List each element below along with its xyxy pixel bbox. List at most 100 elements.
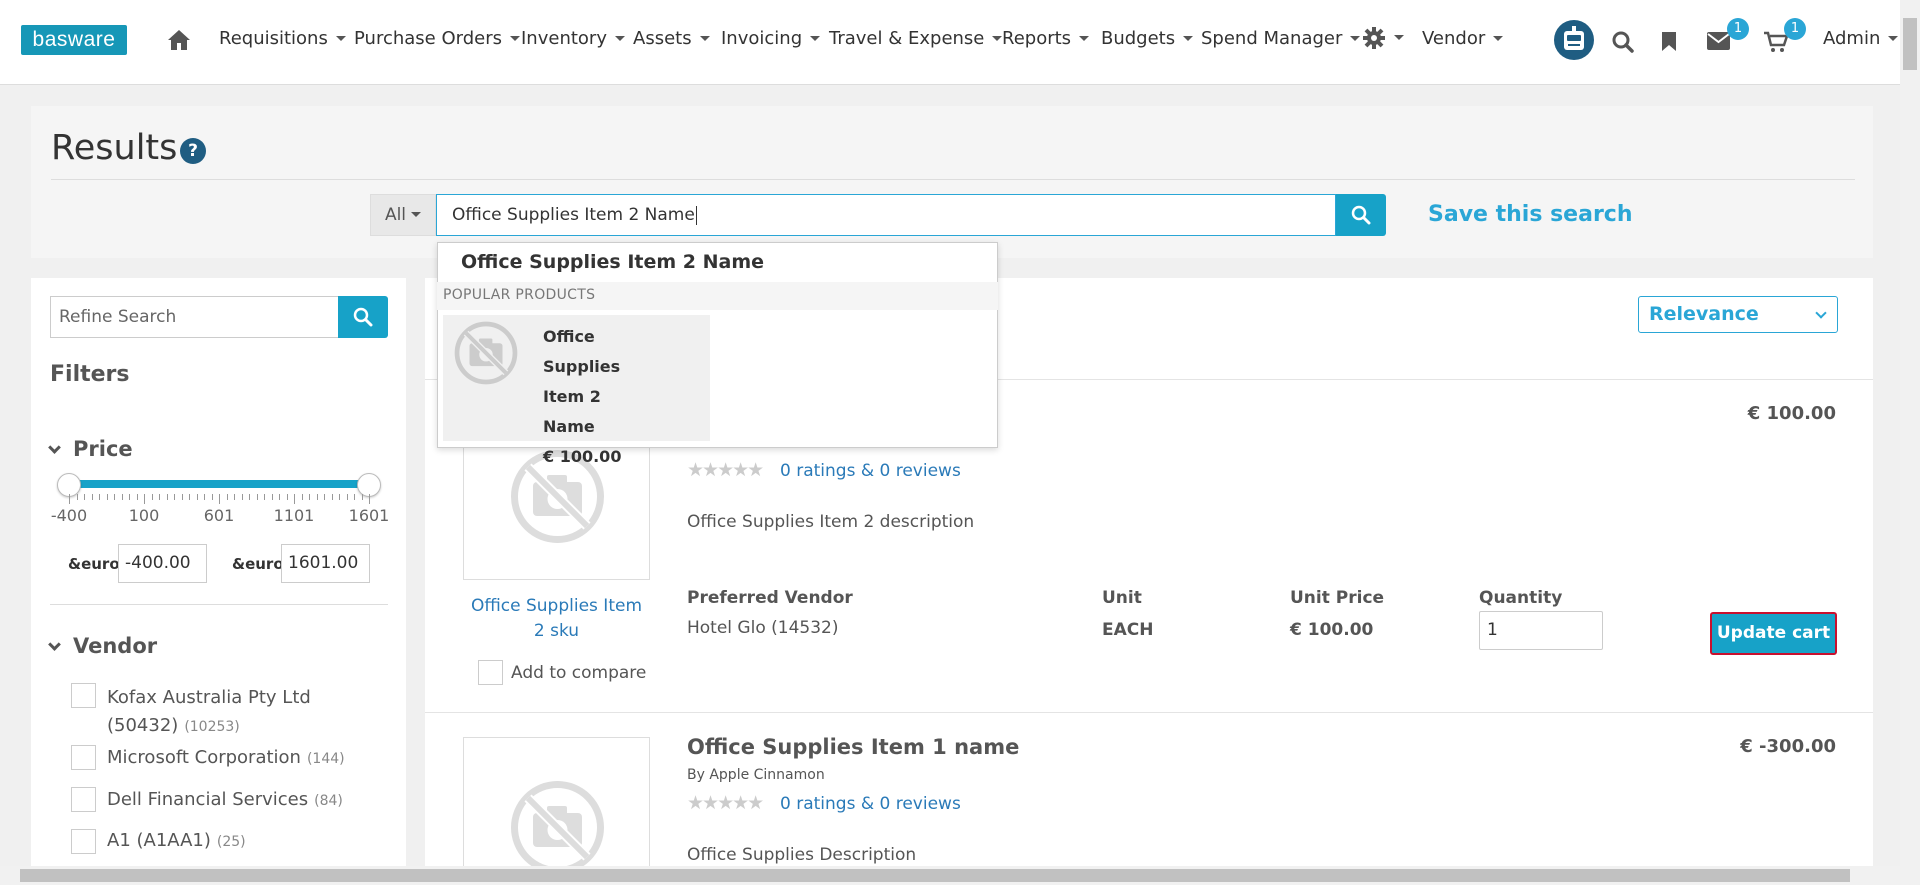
slider-tick: [106, 494, 108, 500]
slider-tick: [181, 494, 183, 500]
refine-search-input[interactable]: Refine Search: [50, 296, 339, 338]
slider-tick: [174, 494, 175, 500]
search-button[interactable]: [1336, 194, 1386, 236]
sort-dropdown[interactable]: Relevance: [1638, 296, 1838, 333]
slider-tick: [264, 494, 265, 500]
nav-assets[interactable]: Assets: [633, 28, 710, 49]
nav-requisitions[interactable]: Requisitions: [219, 28, 346, 49]
quantity-input[interactable]: 1: [1479, 611, 1603, 650]
chevron-down-icon: [992, 35, 1003, 41]
price-min-input[interactable]: -400.00: [118, 544, 207, 583]
search-input[interactable]: Office Supplies Item 2 Name: [436, 194, 1336, 236]
unit-price-value: € 100.00: [1290, 620, 1374, 640]
slider-tick: [331, 494, 333, 500]
slider-tick: [279, 494, 280, 500]
slider-tick: [151, 494, 153, 500]
autocomplete-suggestion[interactable]: Office Supplies Item 2 Name: [461, 251, 764, 273]
slider-tick: [234, 494, 235, 500]
product-image-placeholder[interactable]: [463, 737, 650, 885]
product-description: Office Supplies Description: [687, 845, 917, 865]
chevron-down-icon: [1183, 35, 1194, 41]
mail-icon[interactable]: [1707, 32, 1730, 50]
search-icon: [1351, 205, 1371, 225]
vendor-checkbox[interactable]: [71, 745, 96, 770]
vendor-option-label: Kofax Australia Pty Ltd (50432) (10253): [107, 687, 311, 736]
nav-inventory[interactable]: Inventory: [521, 28, 625, 49]
vendor-checkbox[interactable]: [71, 683, 96, 708]
vertical-scrollbar-thumb[interactable]: [1903, 18, 1917, 70]
price-filter-toggle[interactable]: Price: [48, 437, 133, 461]
autocomplete-product-price: € 100.00: [543, 447, 622, 466]
tick-label: 1601: [348, 506, 390, 525]
slider-tick: [256, 494, 258, 500]
price-max-input[interactable]: 1601.00: [281, 544, 370, 583]
gear-icon: [1363, 27, 1385, 49]
home-icon[interactable]: [166, 27, 192, 53]
horizontal-scrollbar-thumb[interactable]: [20, 869, 1850, 882]
vendor-option-label: Dell Financial Services (84): [107, 789, 343, 810]
slider-tick: [301, 494, 303, 500]
price-min-currency-label: &euro;: [68, 555, 126, 573]
nav-reports[interactable]: Reports: [1002, 28, 1090, 49]
rating-stars: ★★★★★: [687, 792, 764, 814]
slider-tick: [226, 494, 228, 500]
product-brand: By Apple Cinnamon: [687, 767, 825, 783]
preferred-vendor-header: Preferred Vendor: [687, 588, 853, 608]
tick-label: -400: [50, 506, 88, 525]
nav-purchase-orders[interactable]: Purchase Orders: [354, 28, 520, 49]
slider-tick: [69, 494, 70, 504]
update-cart-button[interactable]: Update cart: [1710, 612, 1837, 655]
add-to-compare-checkbox[interactable]: [478, 660, 503, 685]
slider-tick: [219, 494, 220, 504]
slider-tick: [121, 494, 123, 500]
slider-tick: [129, 494, 130, 500]
autocomplete-product-info[interactable]: Office Supplies Item 2 Name € 100.00: [543, 322, 653, 472]
help-icon[interactable]: ?: [180, 138, 206, 164]
slider-tick: [189, 494, 190, 500]
slider-tick: [249, 494, 250, 500]
nav-budgets[interactable]: Budgets: [1101, 28, 1194, 49]
refine-search-button[interactable]: [338, 296, 388, 338]
nav-spend-manager[interactable]: Spend Manager: [1201, 28, 1361, 49]
vendor-checkbox[interactable]: [71, 787, 96, 812]
mail-count-badge: 1: [1727, 18, 1749, 40]
admin-menu[interactable]: Admin: [1823, 28, 1899, 49]
ratings-link[interactable]: 0 ratings & 0 reviews: [780, 461, 961, 481]
nav-invoicing[interactable]: Invoicing: [721, 28, 821, 49]
slider-tick: [271, 494, 273, 500]
settings-menu[interactable]: [1362, 26, 1404, 50]
price-slider-track[interactable]: [68, 480, 368, 488]
chevron-down-icon: [510, 35, 520, 41]
product-description: Office Supplies Item 2 description: [687, 512, 975, 532]
nav-travel-expense[interactable]: Travel & Expense: [829, 28, 1003, 49]
product-sku-link[interactable]: Office Supplies Item 2 sku: [463, 594, 650, 644]
add-to-compare-label: Add to compare: [511, 663, 647, 683]
robot-icon[interactable]: [1553, 19, 1595, 61]
search-icon[interactable]: [1612, 31, 1634, 53]
search-scope-dropdown[interactable]: All: [370, 194, 436, 236]
unit-price-header: Unit Price: [1290, 588, 1385, 608]
chevron-down-icon: [1493, 35, 1504, 41]
tick-label: 1101: [273, 506, 315, 525]
slider-tick: [159, 494, 160, 500]
autocomplete-product-name: Office: [543, 327, 595, 346]
slider-tick: [369, 494, 370, 504]
tick-label: 100: [128, 506, 160, 525]
slider-tick: [99, 494, 100, 500]
autocomplete-product-name: Supplies: [543, 357, 621, 376]
save-search-link[interactable]: Save this search: [1428, 202, 1633, 227]
ratings-link[interactable]: 0 ratings & 0 reviews: [780, 794, 961, 814]
slider-tick: [339, 494, 340, 500]
no-image-camera-icon: [511, 781, 604, 874]
bookmark-icon[interactable]: [1661, 31, 1677, 52]
vendor-checkbox[interactable]: [71, 829, 96, 854]
chevron-down-icon: [48, 441, 61, 454]
chevron-down-icon: [1888, 35, 1899, 41]
vertical-scrollbar[interactable]: [1900, 0, 1920, 870]
nav-vendor[interactable]: Vendor: [1422, 28, 1504, 49]
product-title-link[interactable]: Office Supplies Item 1 name: [687, 735, 1019, 759]
cart-count-badge: 1: [1784, 18, 1806, 40]
preferred-vendor-value: Hotel Glo (14532): [687, 618, 839, 638]
basware-logo[interactable]: basware: [21, 25, 127, 55]
vendor-filter-toggle[interactable]: Vendor: [48, 634, 157, 658]
